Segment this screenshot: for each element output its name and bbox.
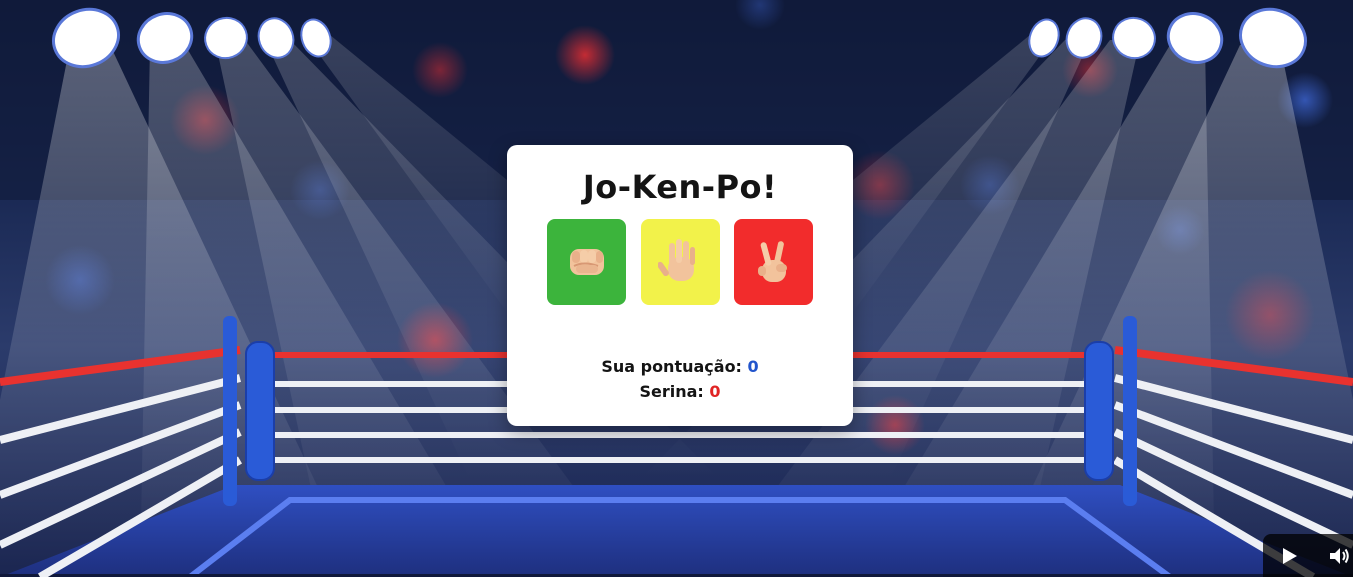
player-score-value: 0 — [747, 357, 759, 376]
play-icon — [1283, 548, 1297, 564]
player-score: Sua pontuação: 0 — [507, 357, 853, 377]
media-controls — [1263, 534, 1353, 577]
game-card: Jo-Ken-Po! Sua pontuação: 0 Serina: 0 — [507, 145, 853, 426]
scissors-button[interactable] — [734, 219, 813, 305]
game-stage: Jo-Ken-Po! Sua pontuação: 0 Serina: 0 — [0, 0, 1353, 577]
player-score-label: Sua pontuação: — [601, 357, 742, 376]
volume-icon — [1330, 548, 1349, 564]
cpu-score-value: 0 — [709, 382, 721, 401]
open-hand-icon — [657, 239, 695, 281]
cpu-score-label: Serina: — [639, 382, 704, 401]
fist-icon — [569, 249, 604, 275]
volume-button[interactable] — [1327, 544, 1351, 568]
game-title: Jo-Ken-Po! — [582, 168, 778, 206]
play-button[interactable] — [1277, 544, 1301, 568]
choice-buttons — [547, 219, 813, 305]
paper-button[interactable] — [641, 219, 720, 305]
rock-button[interactable] — [547, 219, 626, 305]
victory-hand-icon — [757, 241, 787, 282]
cpu-score: Serina: 0 — [507, 382, 853, 402]
